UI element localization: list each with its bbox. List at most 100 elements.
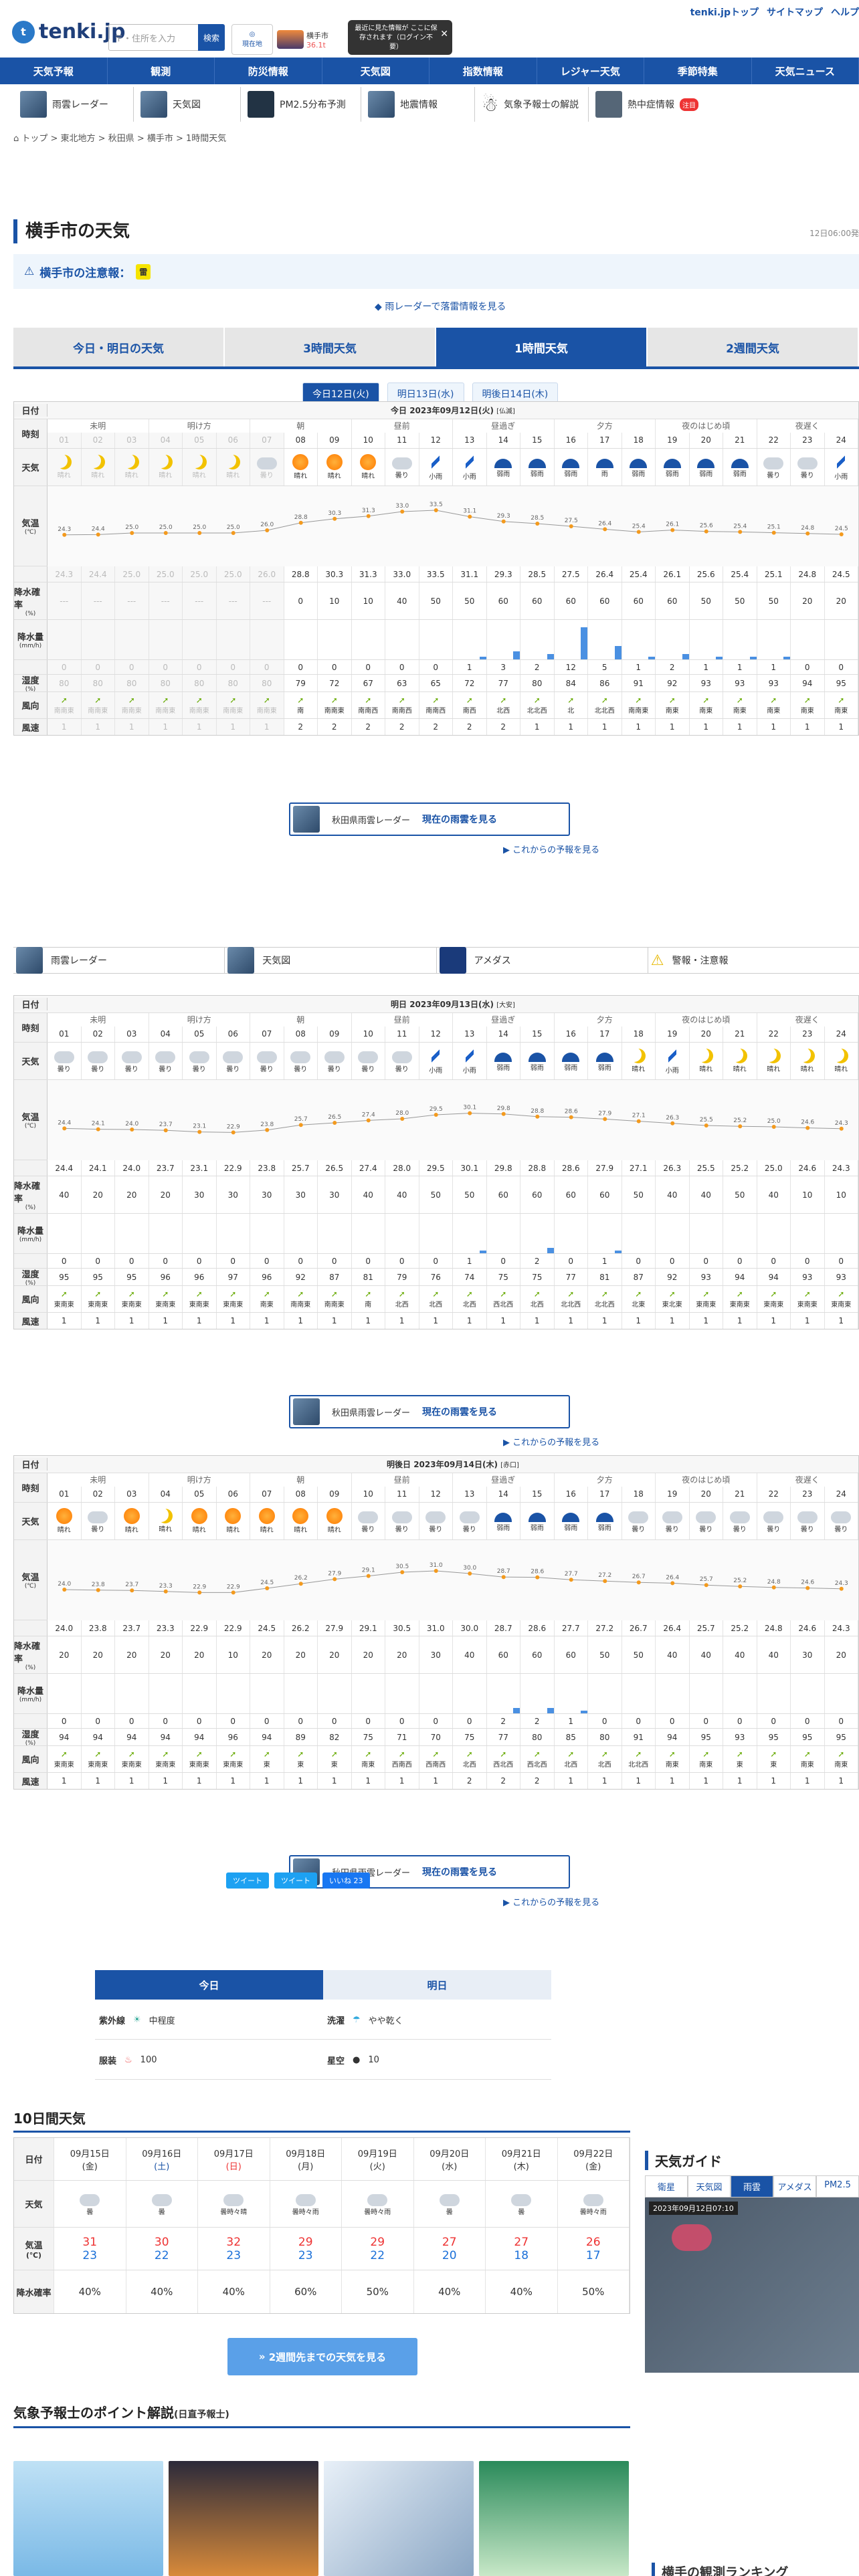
temp-point-label: 22.9 — [193, 1584, 206, 1590]
subnav-item[interactable]: PM2.5分布予測 — [241, 87, 361, 122]
temp-point — [130, 1588, 134, 1593]
issue-time: 12日06:00発 — [809, 229, 859, 238]
temp-point-label: 23.8 — [260, 1121, 274, 1128]
guide-tab[interactable]: アメダス — [773, 2175, 816, 2197]
umb-icon — [663, 459, 681, 468]
nav-item[interactable]: 観測 — [108, 58, 215, 84]
article-thumbnail[interactable] — [324, 2461, 474, 2576]
current-location-button[interactable]: ◎ 現在地 — [231, 24, 273, 55]
breadcrumb[interactable]: ⌂ トップ > 東北地方 > 秋田県 > 横手市 > 1時間天気 — [13, 131, 226, 144]
sitemap-link[interactable]: サイトマップ — [767, 5, 823, 19]
radar-button[interactable]: 秋田県雨雲レーダー 現在の雨雲を見る — [289, 802, 570, 836]
wind-cell: ➚ 南南東 — [216, 692, 250, 718]
weather-cell: 弱雨 — [622, 449, 656, 486]
precip-cell: 1 — [757, 660, 791, 674]
index-tab-today[interactable]: 今日 — [95, 1970, 323, 2000]
index-uv[interactable]: 紫外線 ☀ 中程度 — [95, 2001, 323, 2039]
radar-button[interactable]: 秋田県雨雲レーダー 現在の雨雲を見る — [289, 1395, 570, 1428]
quick-link-warning[interactable]: ⚠ 警報・注意報 — [648, 948, 859, 973]
nav-item[interactable]: 指数情報 — [430, 58, 537, 84]
warning-bar[interactable]: ⚠ 横手市の注意報： 雷 — [13, 254, 859, 289]
article-thumbnail[interactable] — [13, 2461, 163, 2576]
later-forecast-link[interactable]: ▶ これからの予報を見る — [503, 1435, 599, 1448]
index-stars[interactable]: 星空 ● 10 — [323, 2041, 551, 2079]
precip-bar-cell — [656, 620, 690, 659]
close-icon[interactable]: ✕ — [440, 29, 448, 39]
weather-cell: 曇り — [453, 1503, 487, 1539]
weather-cell: 晴れ — [791, 1043, 825, 1079]
tab-2week[interactable]: 2週間天気 — [648, 328, 859, 366]
guide-tab[interactable]: 雨雲 — [731, 2175, 773, 2197]
guide-tab[interactable]: 天気図 — [688, 2175, 731, 2197]
later-forecast-link[interactable]: ▶ これからの予報を見る — [503, 843, 599, 855]
recent-location[interactable]: 横手市 36.1t — [277, 24, 344, 55]
nav-item[interactable]: 天気ニュース — [752, 58, 859, 84]
tab-today-tomorrow[interactable]: 今日・明日の天気 — [13, 328, 225, 366]
two-week-button[interactable]: » 2週間先までの天気を見る — [227, 2338, 417, 2375]
like-button[interactable]: いいね 23 — [322, 1872, 370, 1889]
nav-item[interactable]: 季節特集 — [644, 58, 752, 84]
subnav-item[interactable]: ☃ 気象予報士の解説 — [475, 87, 589, 122]
nav-item[interactable]: 防災情報 — [215, 58, 322, 84]
precip-bar-cell — [825, 1674, 858, 1713]
tweet-button[interactable]: ツイート — [226, 1872, 269, 1889]
hour-cell: 16 — [555, 1486, 588, 1502]
speed-cell: 2 — [352, 719, 385, 735]
weather-cell: 曇り — [284, 1043, 318, 1079]
temp-point — [434, 1113, 438, 1117]
tenday-prob: 40% — [198, 2270, 270, 2313]
prob-cell: 50 — [453, 1176, 487, 1213]
prob-cell: 60 — [656, 582, 690, 619]
wind-arrow-icon: ➚ — [567, 1289, 575, 1299]
tenday-date: 09月19日 (火) — [342, 2138, 414, 2180]
tweet-button[interactable]: ツイート — [274, 1872, 317, 1889]
radar-map[interactable]: 2023年09月12日07:10 — [645, 2197, 859, 2373]
temp-point — [501, 1575, 506, 1580]
wind-arrow-icon: ➚ — [365, 1289, 372, 1299]
temp-point — [298, 520, 303, 525]
precip-bar-cell — [757, 1674, 791, 1713]
help-link[interactable]: ヘルプ — [831, 5, 859, 19]
tab-1hour[interactable]: 1時間天気 — [436, 328, 648, 366]
points-title: 気象予報士のポイント解説(日直予報士) — [13, 2405, 229, 2421]
temp-cell: 28.6 — [555, 1160, 588, 1176]
tab-3hour[interactable]: 3時間天気 — [225, 328, 436, 366]
subnav-item[interactable]: 地震情報 — [361, 87, 475, 122]
quick-link-chart[interactable]: 天気図 — [225, 947, 437, 974]
subnav-item[interactable]: 熱中症情報 注目 — [589, 87, 723, 122]
humidity-cell: 95 — [825, 675, 858, 691]
wind-arrow-icon: ➚ — [533, 695, 541, 705]
article-thumbnail[interactable] — [169, 2461, 318, 2576]
guide-tab[interactable]: PM2.5 — [816, 2175, 859, 2197]
temp-point-label: 24.1 — [92, 1121, 105, 1128]
quick-link-amedas[interactable]: アメダス — [437, 947, 648, 974]
precip-cell: 0 — [690, 1714, 723, 1728]
temp-point — [434, 508, 438, 512]
precip-cell: 0 — [487, 1254, 520, 1268]
subnav-item[interactable]: 天気図 — [134, 87, 241, 122]
wind-arrow-icon: ➚ — [466, 1749, 473, 1759]
temp-point — [738, 1584, 743, 1589]
nav-item[interactable]: レジャー天気 — [537, 58, 644, 84]
page-title: 横手市の天気 — [13, 219, 130, 243]
quick-link-radar[interactable]: 雨雲レーダー — [13, 947, 225, 974]
index-tab-tomorrow[interactable]: 明日 — [323, 1970, 551, 2000]
subnav-item[interactable]: 雨雲レーダー — [13, 87, 134, 122]
nav-item[interactable]: 天気予報 — [0, 58, 108, 84]
speed-cell: 1 — [723, 1313, 757, 1329]
article-thumbnail[interactable] — [479, 2461, 629, 2576]
top-link[interactable]: tenki.jpトップ — [690, 5, 759, 19]
sun-icon — [360, 454, 377, 470]
search-button[interactable]: 検索 — [198, 24, 225, 51]
tenday-date: 09月15日 (金) — [54, 2138, 126, 2180]
nav-item[interactable]: 天気図 — [322, 58, 430, 84]
guide-tab[interactable]: 衛星 — [645, 2175, 688, 2197]
index-clothing[interactable]: 服装 ♨ 100 — [95, 2041, 323, 2079]
wind-arrow-icon: ➚ — [838, 1289, 845, 1299]
later-forecast-link[interactable]: ▶ これからの予報を見る — [503, 1895, 599, 1908]
cloud-icon — [358, 1511, 379, 1523]
temp-point — [366, 514, 371, 518]
lightning-radar-link[interactable]: ◆ 雨レーダーで落雷情報を見る — [375, 300, 506, 313]
index-laundry[interactable]: 洗濯 ☂ やや乾く — [323, 2001, 551, 2039]
top-links: tenki.jpトップ サイトマップ ヘルプ — [690, 5, 859, 19]
